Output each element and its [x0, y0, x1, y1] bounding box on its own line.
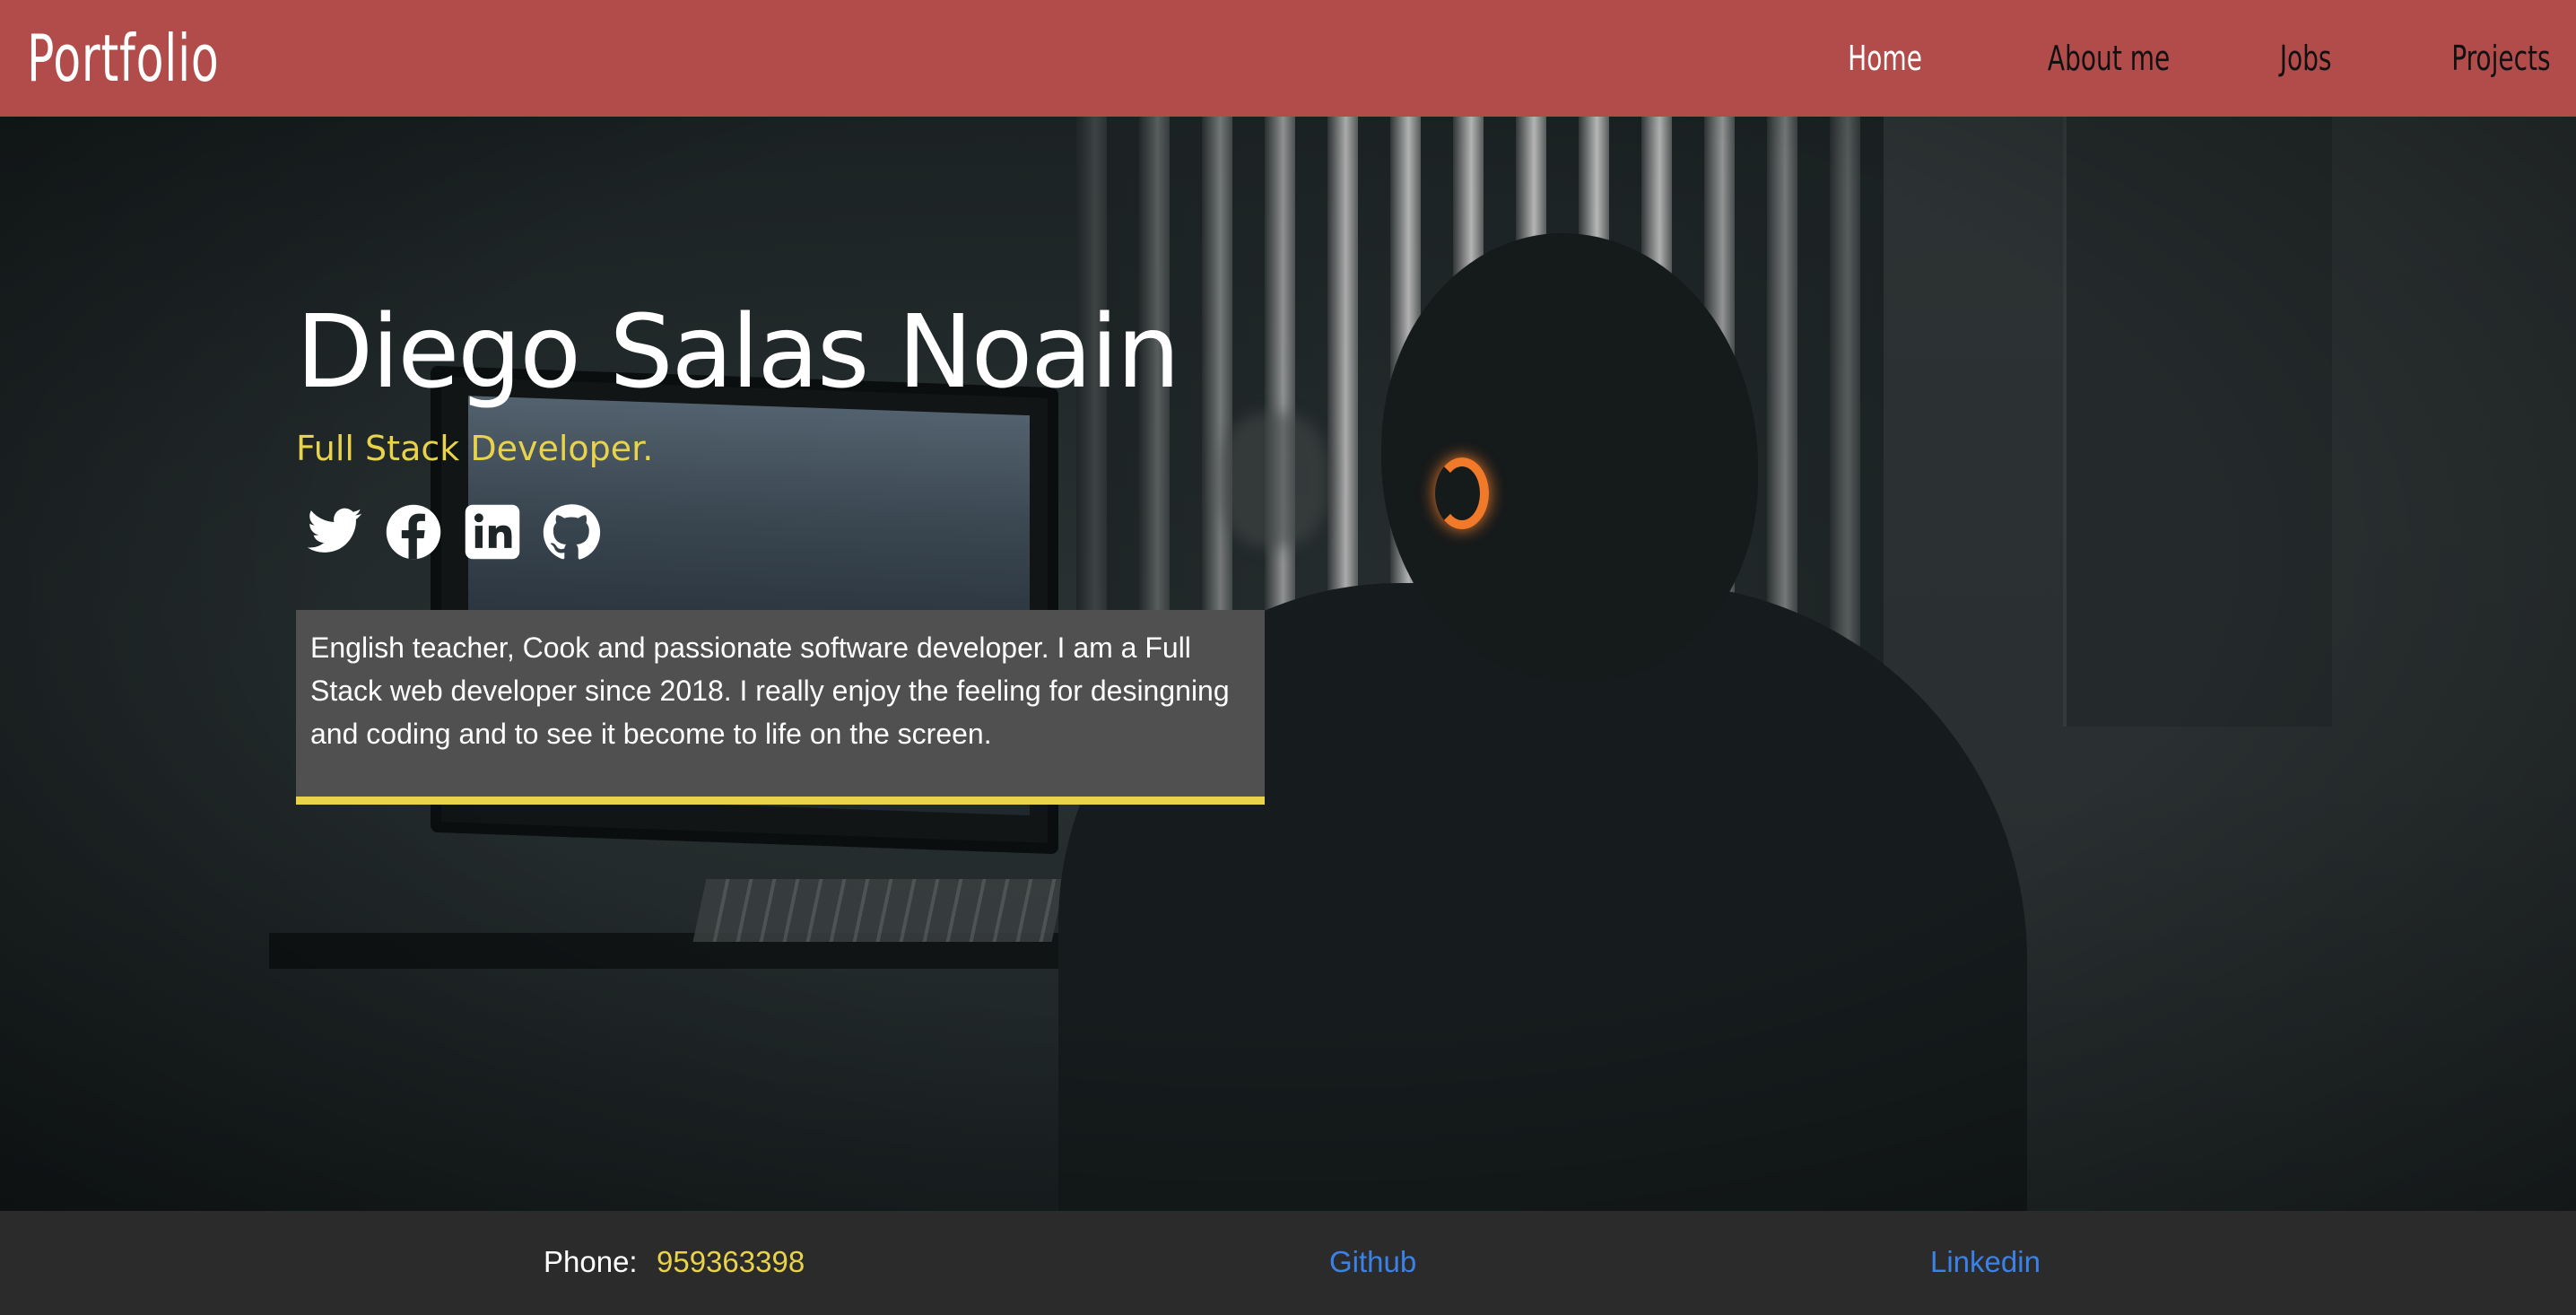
- phone-number: 959363398: [657, 1245, 805, 1278]
- social-links: [305, 502, 621, 562]
- hero-name: Diego Salas Noain: [296, 294, 1180, 411]
- hero-section: Diego Salas Noain Full Stack Developer. …: [0, 117, 2576, 1211]
- nav-link-projects[interactable]: Projects: [2452, 39, 2551, 78]
- about-text: English teacher, Cook and passionate sof…: [310, 631, 1230, 750]
- github-link[interactable]: Github: [1329, 1245, 1416, 1279]
- nav-link-jobs[interactable]: Jobs: [2280, 39, 2332, 78]
- footer: Phone: 959363398 Github Linkedin: [0, 1211, 2576, 1315]
- navbar: Portfolio Home About me Jobs Projects: [0, 0, 2576, 117]
- brand-logo[interactable]: Portfolio: [27, 21, 220, 96]
- phone-label: Phone:: [544, 1245, 638, 1278]
- about-card: English teacher, Cook and passionate sof…: [296, 610, 1265, 805]
- linkedin-link[interactable]: Linkedin: [1930, 1245, 2041, 1279]
- main-nav: Home About me Jobs Projects: [1733, 39, 2551, 78]
- nav-link-about-me[interactable]: About me: [2048, 39, 2170, 78]
- facebook-icon[interactable]: [384, 502, 443, 562]
- linkedin-icon[interactable]: [463, 502, 522, 562]
- hero-subtitle: Full Stack Developer.: [296, 429, 654, 468]
- twitter-icon[interactable]: [305, 502, 364, 562]
- github-icon[interactable]: [542, 502, 601, 562]
- nav-link-home[interactable]: Home: [1848, 39, 1922, 78]
